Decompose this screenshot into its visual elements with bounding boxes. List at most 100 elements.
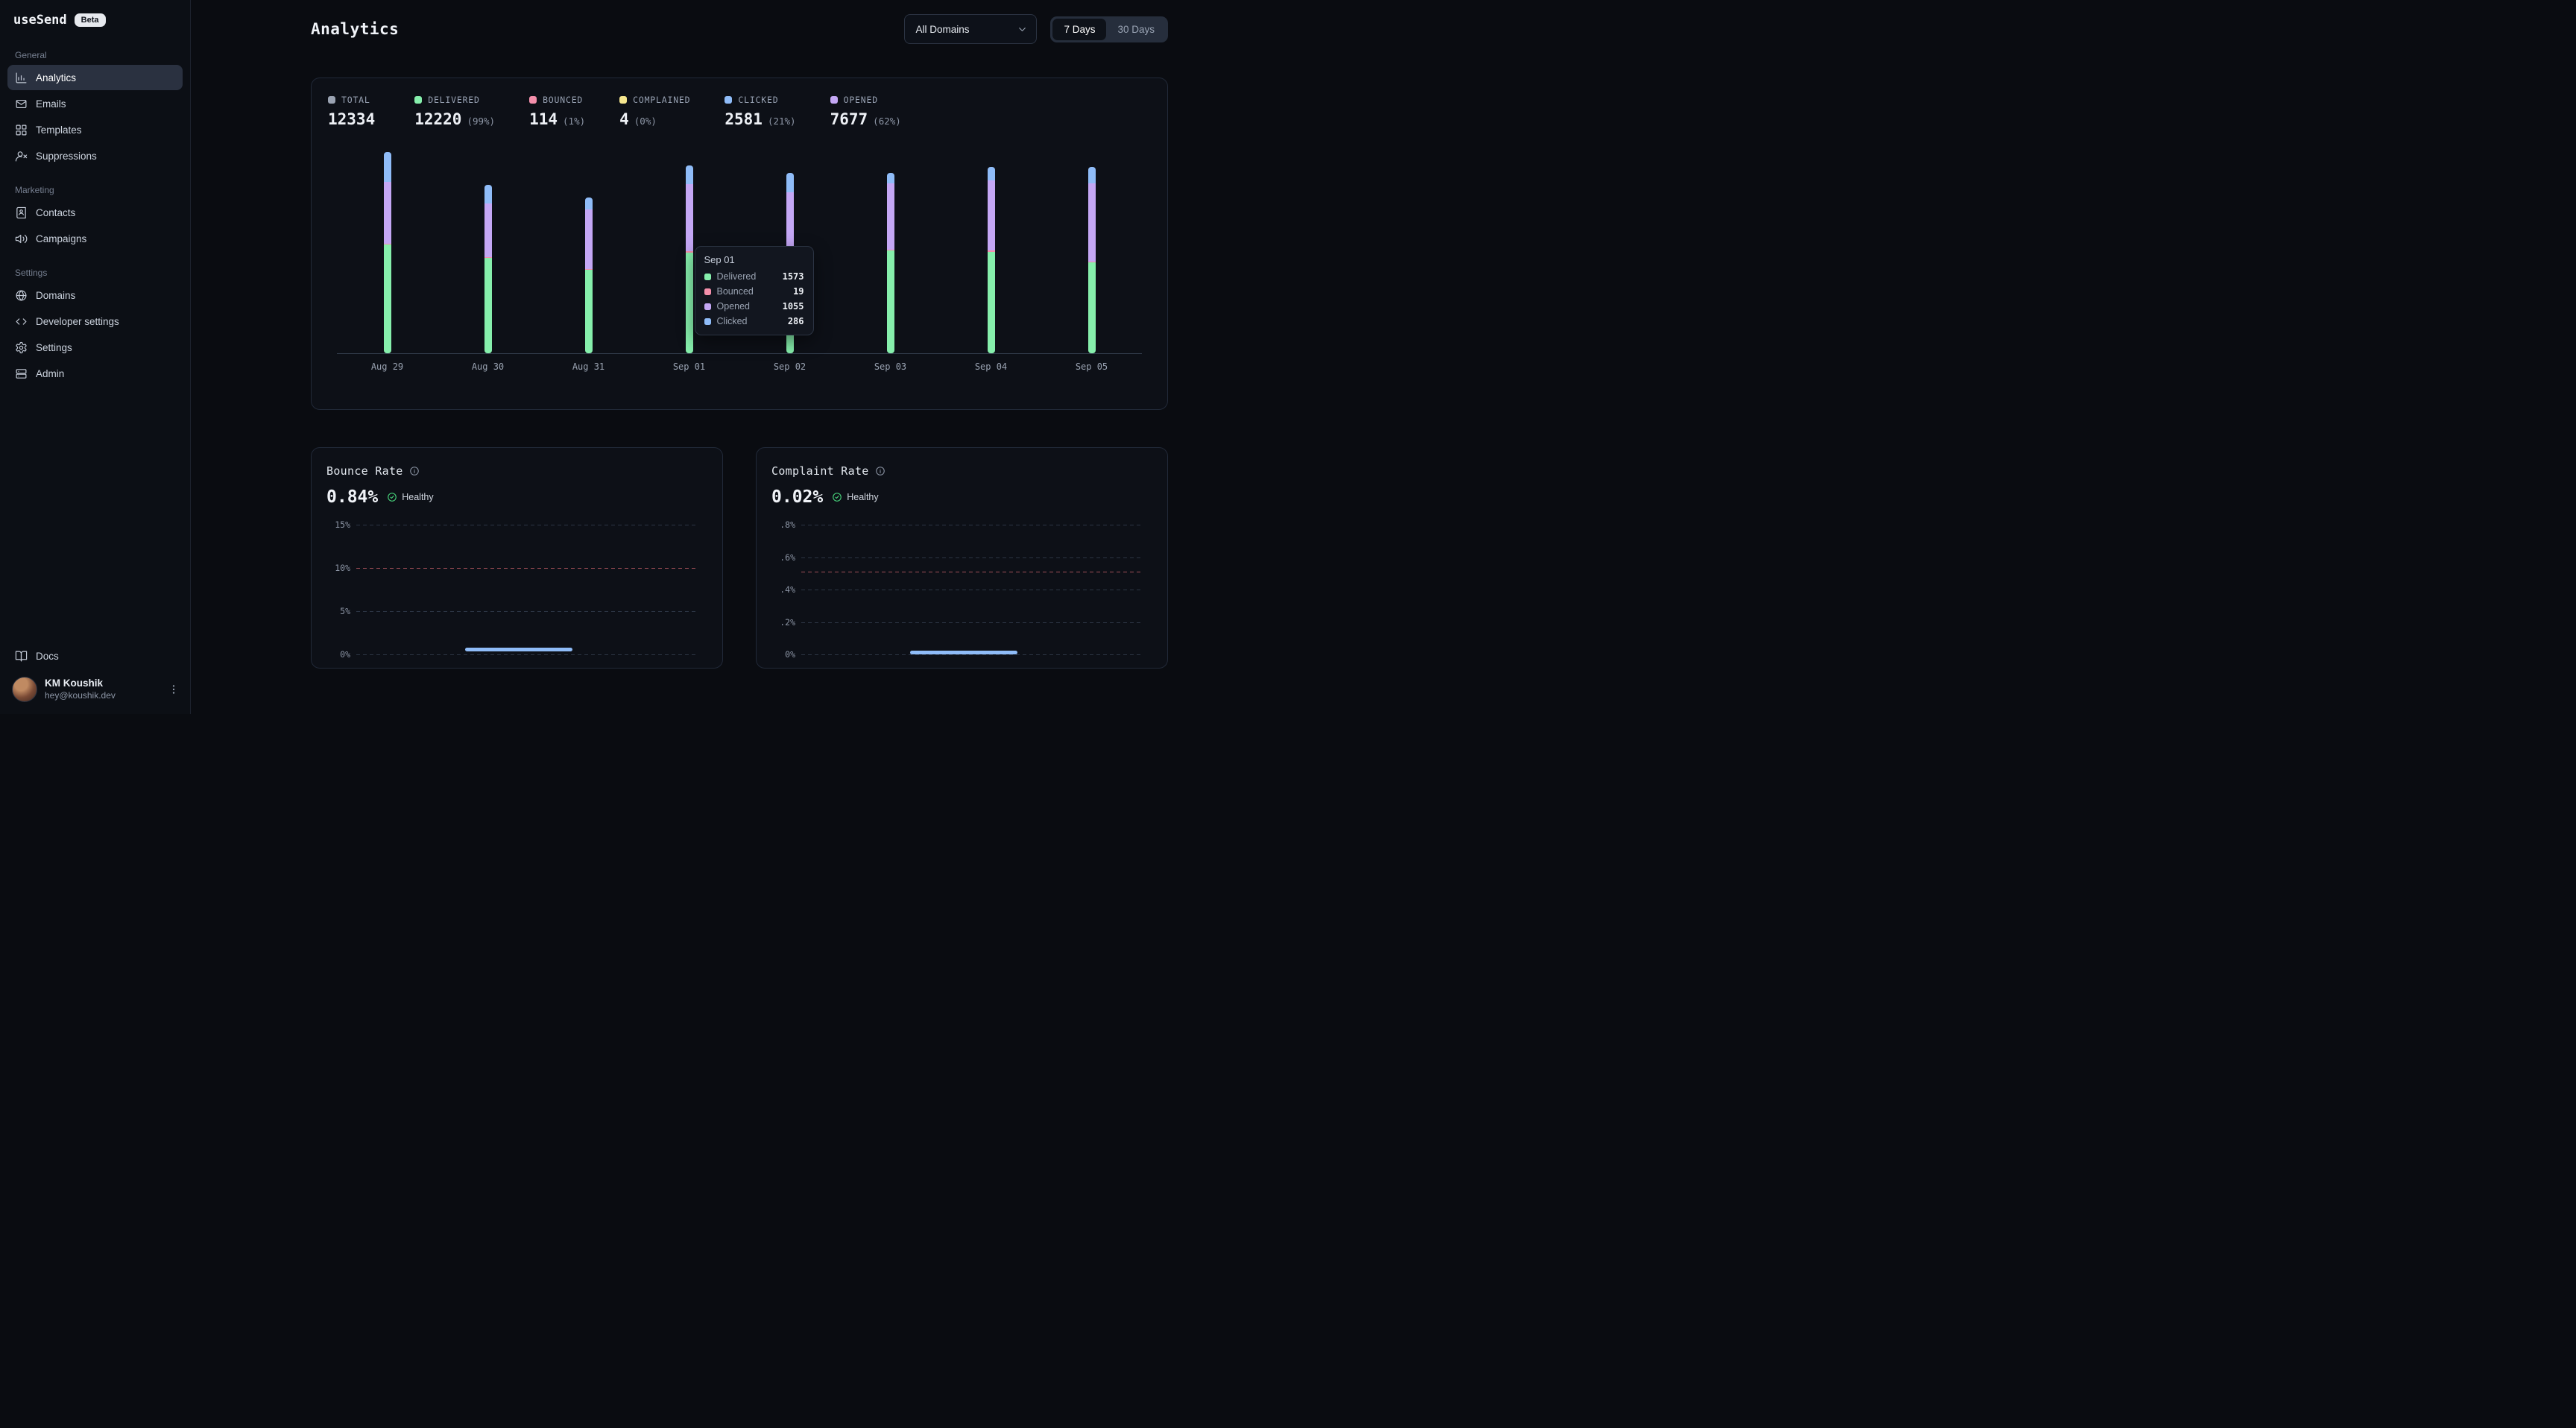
- sidebar-item-domains[interactable]: Domains: [7, 282, 183, 308]
- complaint-y-axis: .8% .6% .4% .2% 0%: [771, 525, 801, 654]
- sidebar-nav: General Analytics Emails Templates: [0, 34, 190, 387]
- user-x-icon: [15, 150, 28, 162]
- server-icon: [15, 367, 28, 380]
- chevron-down-icon: [1017, 24, 1028, 35]
- gridline: [356, 654, 697, 655]
- sidebar-item-label: Suppressions: [36, 151, 97, 162]
- info-icon[interactable]: [409, 466, 420, 476]
- layout-grid-icon: [15, 124, 28, 136]
- range-30days-button[interactable]: 30 Days: [1106, 19, 1166, 40]
- sidebar-item-analytics[interactable]: Analytics: [7, 65, 183, 90]
- tooltip-row: Opened1055: [704, 301, 804, 312]
- chart-tooltip: Sep 01 Delivered1573 Bounced19 Opened105…: [695, 246, 814, 335]
- sidebar-item-templates[interactable]: Templates: [7, 117, 183, 142]
- bar-segment-opened: [786, 192, 794, 253]
- sidebar-item-label: Domains: [36, 290, 75, 301]
- bar-column[interactable]: [337, 152, 438, 353]
- sidebar: useSend Beta General Analytics Emails: [0, 0, 191, 714]
- legend-dot-complained: [619, 96, 627, 104]
- domain-filter-select[interactable]: All Domains: [904, 14, 1037, 44]
- bar-segment-delivered: [384, 244, 391, 353]
- bar-segment-clicked: [384, 152, 391, 182]
- sidebar-item-emails[interactable]: Emails: [7, 91, 183, 116]
- tooltip-row: Bounced19: [704, 286, 804, 297]
- range-7days-button[interactable]: 7 Days: [1052, 19, 1106, 40]
- section-label-settings: Settings: [15, 268, 190, 278]
- bar-column[interactable]: [538, 198, 639, 353]
- contacts-book-icon: [15, 206, 28, 219]
- sidebar-item-suppressions[interactable]: Suppressions: [7, 143, 183, 168]
- complaint-rate-plot: [801, 525, 1142, 654]
- complaint-rate-value: 0.02%: [771, 487, 823, 507]
- bounce-rate-value: 0.84%: [326, 487, 378, 507]
- bar-chart-xlabels: Aug 29Aug 30Aug 31Sep 01Sep 02Sep 03Sep …: [337, 361, 1142, 372]
- sidebar-item-campaigns[interactable]: Campaigns: [7, 226, 183, 251]
- logo-row: useSend Beta: [0, 0, 190, 34]
- sidebar-item-settings[interactable]: Settings: [7, 335, 183, 360]
- stats-row: TOTAL 12334 DELIVERED 12220(99%) BOUNCED…: [328, 95, 1151, 128]
- bar-segment-clicked: [1088, 167, 1096, 183]
- bar-segment-delivered: [1088, 262, 1096, 353]
- bar-segment-clicked: [686, 165, 693, 184]
- sidebar-footer: Docs KM Koushik hey@koushik.dev: [0, 642, 190, 714]
- gridline: [356, 611, 697, 612]
- app-root: useSend Beta General Analytics Emails: [0, 0, 1288, 714]
- bounce-rate-chart: 15% 10% 5% 0%: [326, 525, 707, 654]
- tooltip-dot-delivered: [704, 274, 711, 280]
- stat-opened: OPENED 7677(62%): [830, 95, 901, 128]
- x-axis-label: Sep 05: [1041, 361, 1142, 372]
- x-axis-label: Aug 30: [438, 361, 538, 372]
- x-axis-label: Sep 02: [739, 361, 840, 372]
- stat-complained: COMPLAINED 4(0%): [619, 95, 690, 128]
- tooltip-dot-bounced: [704, 288, 711, 295]
- speaker-icon: [15, 233, 28, 245]
- check-circle-icon: [832, 492, 842, 502]
- book-open-icon: [15, 650, 28, 663]
- legend-dot-total: [328, 96, 335, 104]
- bar-column[interactable]: [438, 185, 538, 353]
- bar-segment-opened: [988, 180, 995, 250]
- main-content: Analytics All Domains 7 Days 30 Days: [191, 0, 1288, 714]
- bounce-rate-card: Bounce Rate 0.84% Healthy: [311, 447, 723, 669]
- legend-dot-delivered: [414, 96, 422, 104]
- tooltip-row: Clicked286: [704, 316, 804, 326]
- bar-segment-delivered: [988, 252, 995, 354]
- gear-icon: [15, 341, 28, 354]
- avatar: [12, 677, 37, 702]
- tooltip-row: Delivered1573: [704, 271, 804, 282]
- code-icon: [15, 315, 28, 328]
- bar-segment-clicked: [988, 167, 995, 180]
- bar-chart-plot: Sep 01 Delivered1573 Bounced19 Opened105…: [337, 151, 1142, 354]
- complaint-rate-card: Complaint Rate 0.02% Healthy: [756, 447, 1168, 669]
- sidebar-item-label: Contacts: [36, 207, 75, 218]
- kebab-menu-icon[interactable]: [168, 683, 180, 695]
- bar-column[interactable]: [1041, 167, 1142, 353]
- bar-segment-delivered: [887, 250, 894, 353]
- info-icon[interactable]: [875, 466, 886, 476]
- user-email: hey@koushik.dev: [45, 690, 116, 701]
- bar-segment-opened: [384, 182, 391, 243]
- rate-cards-row: Bounce Rate 0.84% Healthy: [311, 447, 1168, 698]
- sidebar-item-label: Settings: [36, 342, 72, 353]
- stat-total: TOTAL 12334: [328, 95, 380, 128]
- beta-badge: Beta: [75, 13, 106, 27]
- section-label-general: General: [15, 50, 190, 60]
- page-title: Analytics: [311, 20, 399, 38]
- user-menu[interactable]: KM Koushik hey@koushik.dev: [0, 669, 190, 714]
- sidebar-item-docs[interactable]: Docs: [7, 643, 183, 669]
- bar-column[interactable]: [840, 173, 941, 353]
- complaint-status-badge: Healthy: [832, 492, 878, 502]
- bar-segment-opened: [484, 203, 492, 257]
- range-toggle: 7 Days 30 Days: [1050, 16, 1168, 42]
- bar-segment-opened: [1088, 183, 1096, 262]
- sidebar-item-contacts[interactable]: Contacts: [7, 200, 183, 225]
- app-logo: useSend: [13, 13, 67, 28]
- bar-segment-delivered: [484, 258, 492, 353]
- bar-segment-opened: [686, 184, 693, 252]
- sidebar-item-label: Docs: [36, 651, 59, 662]
- tooltip-dot-opened: [704, 303, 711, 310]
- sidebar-item-developer-settings[interactable]: Developer settings: [7, 309, 183, 334]
- sidebar-item-admin[interactable]: Admin: [7, 361, 183, 386]
- gridline: [801, 557, 1142, 558]
- bar-column[interactable]: [941, 167, 1041, 353]
